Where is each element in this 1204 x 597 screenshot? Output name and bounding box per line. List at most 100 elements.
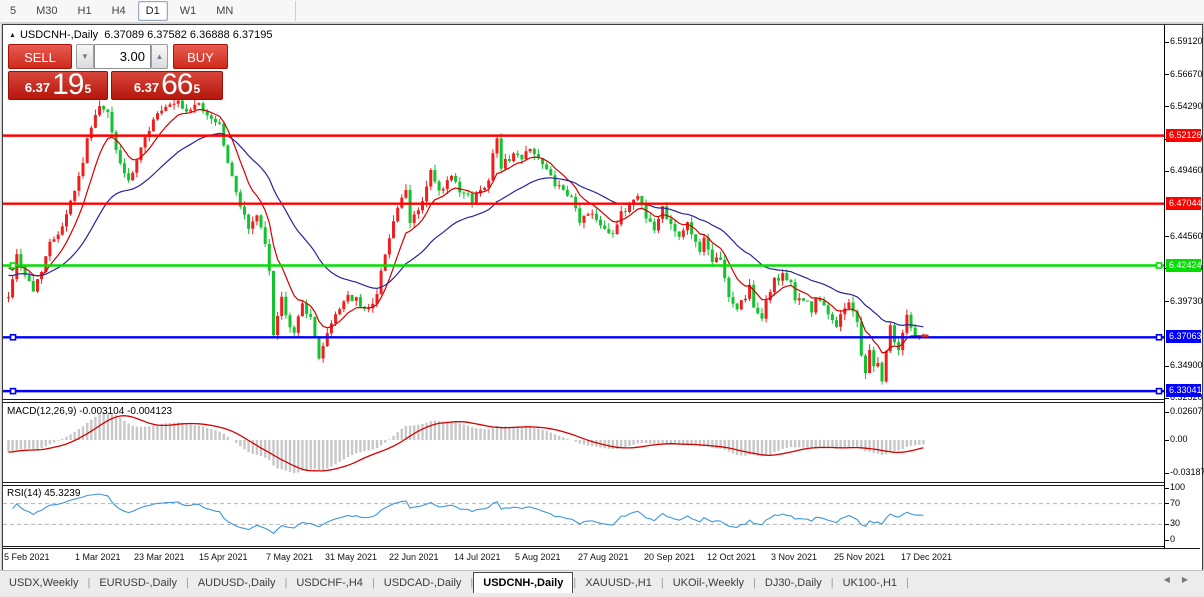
axis-tick-mark: [1165, 523, 1169, 525]
axis-tick-label: 6.34900: [1170, 360, 1203, 371]
date-label: 23 Mar 2021: [134, 552, 185, 562]
toolbar-separator: [295, 1, 297, 21]
rsi-axis-label: 70: [1170, 497, 1181, 508]
axis-tick-label: 6.56670: [1170, 68, 1203, 79]
axis-tick-mark: [1165, 365, 1169, 367]
chart-tab-dj30[interactable]: DJ30-,Daily: [756, 574, 831, 593]
chart-tab-uk100[interactable]: UK100-,H1: [834, 574, 906, 593]
chart-title: ▲ USDCNH-,Daily 6.37089 6.37582 6.36888 6…: [9, 29, 273, 41]
rsi-panel[interactable]: [3, 486, 1164, 546]
chart-tab-usdcnh[interactable]: USDCNH-,Daily: [473, 572, 574, 593]
date-label: 5 Feb 2021: [4, 552, 50, 562]
axis-tick-label: 6.59120: [1170, 36, 1203, 46]
price-level-badge: 6.47044: [1166, 196, 1202, 210]
date-label: 1 Mar 2021: [75, 552, 121, 562]
ask-price-prefix: 6.37: [133, 80, 160, 95]
bid-price-sup: 5: [84, 82, 92, 96]
chart-ohlc-values: 6.37089 6.37582 6.36888 6.37195: [104, 29, 273, 41]
tab-scroll-left-icon[interactable]: ◀: [1164, 575, 1182, 584]
ask-price-sup: 5: [193, 82, 201, 96]
volume-input[interactable]: 3.00: [94, 44, 151, 69]
rsi-axis-label: 30: [1170, 518, 1181, 529]
date-label: 27 Aug 2021: [578, 552, 629, 562]
axis-tick-label: 6.49460: [1170, 165, 1203, 176]
panel-divider[interactable]: [3, 482, 1200, 486]
chart-tab-bar: USDX,Weekly | EURUSD-,Daily | AUDUSD-,Daily |…: [0, 570, 1204, 593]
macd-axis-label: -0.03187: [1170, 467, 1204, 477]
date-label: 17 Dec 2021: [901, 552, 953, 562]
macd-axis-label: 0.00: [1170, 434, 1188, 444]
timeframe-button-h4[interactable]: H4: [104, 1, 134, 21]
axis-tick-mark: [1165, 439, 1169, 441]
date-label: 12 Oct 2021: [707, 552, 757, 562]
tab-scroll-right-icon[interactable]: ▶: [1182, 575, 1200, 584]
axis-tick-mark: [1165, 503, 1169, 505]
axis-tick-mark: [1165, 539, 1169, 541]
bid-price-prefix: 6.37: [24, 80, 51, 95]
time-axis[interactable]: 5 Feb 2021 1 Mar 2021 23 Mar 2021 15 Apr 20…: [3, 549, 1200, 566]
timeframe-button-w1[interactable]: W1: [172, 1, 205, 21]
date-label: 20 Sep 2021: [644, 552, 696, 562]
date-label: 25 Nov 2021: [834, 552, 886, 562]
bid-price-button[interactable]: 6.37 19 5: [8, 68, 108, 101]
date-label: 31 May 2021: [325, 552, 378, 562]
macd-axis-label: 0.02607: [1170, 406, 1203, 416]
panel-divider[interactable]: [3, 399, 1200, 403]
axis-tick-mark: [1165, 236, 1169, 238]
date-label: 3 Nov 2021: [771, 552, 818, 562]
sell-button[interactable]: SELL: [8, 44, 72, 69]
date-label: 15 Apr 2021: [199, 552, 248, 562]
price-level-badge: 6.42424: [1166, 258, 1202, 272]
price-axis[interactable]: 6.591206.566706.542906.518406.494606.445…: [1164, 25, 1204, 548]
chart-tab-audusd[interactable]: AUDUSD-,Daily: [189, 574, 285, 593]
chart-tab-usdchf[interactable]: USDCHF-,H4: [287, 574, 372, 593]
date-label: 5 Aug 2021: [515, 552, 561, 562]
buy-button[interactable]: BUY: [173, 44, 228, 69]
chart-symbol-label: USDCNH-,Daily: [19, 29, 99, 41]
timeframe-button-5[interactable]: 5: [2, 1, 24, 21]
axis-tick-label: 6.39730: [1170, 295, 1203, 306]
volume-decrease-button[interactable]: ▼: [76, 44, 94, 69]
chart-tab-xauusd[interactable]: XAUUSD-,H1: [576, 574, 661, 593]
ask-price-big: 66: [161, 68, 193, 101]
chart-tab-eurusd[interactable]: EURUSD-,Daily: [90, 574, 186, 593]
chart-tab-ukoil[interactable]: UKOil-,Weekly: [664, 574, 753, 593]
tab-separator: |: [906, 577, 909, 589]
price-level-badge: 6.37063: [1166, 330, 1202, 344]
timeframe-button-mn[interactable]: MN: [208, 1, 241, 21]
chart-tab-usdx[interactable]: USDX,Weekly: [0, 574, 87, 593]
rsi-axis-label: 100: [1170, 482, 1186, 492]
timeframe-button-h1[interactable]: H1: [70, 1, 100, 21]
timeframe-button-m30[interactable]: M30: [28, 1, 65, 21]
date-label: 7 May 2021: [266, 552, 314, 562]
chart-window: ▲ USDCNH-,Daily 6.37089 6.37582 6.36888 6…: [2, 24, 1204, 571]
tab-scroll-arrows[interactable]: ◀▶: [1164, 575, 1200, 584]
axis-tick-label: 6.54290: [1170, 100, 1203, 111]
chart-tab-usdcad[interactable]: USDCAD-,Daily: [375, 574, 471, 593]
axis-tick-mark: [1165, 74, 1169, 76]
axis-tick-mark: [1165, 41, 1169, 43]
date-label: 14 Jul 2021: [454, 552, 501, 562]
bid-price-big: 19: [52, 68, 84, 101]
rsi-label: RSI(14) 45.3239: [7, 488, 81, 499]
timeframe-toolbar: 5 M30 H1 H4 D1 W1 MN: [0, 0, 1204, 23]
axis-tick-label: 6.44560: [1170, 230, 1203, 241]
macd-panel[interactable]: [3, 403, 1164, 482]
volume-increase-button[interactable]: ▲: [151, 44, 168, 69]
axis-tick-mark: [1165, 397, 1169, 399]
axis-tick-mark: [1165, 411, 1169, 413]
one-click-trading-panel: SELL ▼ 3.00 ▲ BUY 6.37 19 5 6.37 66 5: [8, 44, 228, 100]
axis-tick-mark: [1165, 487, 1169, 489]
timeframe-button-d1[interactable]: D1: [137, 1, 168, 21]
macd-label: MACD(12,26,9) -0.003104 -0.004123: [7, 406, 173, 417]
axis-tick-mark: [1165, 472, 1169, 474]
price-level-badge: 6.33041: [1166, 384, 1202, 398]
rsi-axis-label: 0: [1170, 534, 1176, 544]
axis-tick-mark: [1165, 301, 1169, 303]
date-label: 22 Jun 2021: [389, 552, 439, 562]
collapse-one-click-trading-icon[interactable]: ▲: [9, 32, 16, 39]
axis-tick-mark: [1165, 106, 1169, 108]
axis-tick-mark: [1165, 170, 1169, 172]
price-level-badge: 6.52126: [1166, 128, 1202, 142]
ask-price-button[interactable]: 6.37 66 5: [111, 68, 223, 101]
